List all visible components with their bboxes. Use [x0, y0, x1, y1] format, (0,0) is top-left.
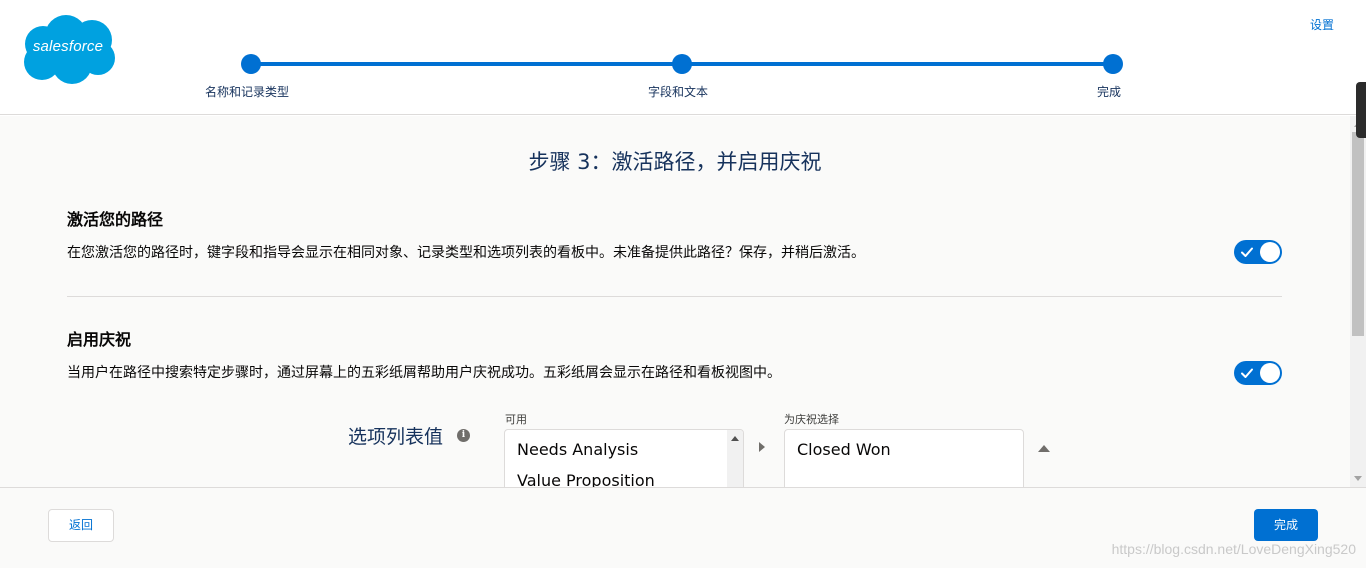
header: salesforce 名称和记录类型 字段和文本 完成 设置	[0, 0, 1366, 115]
watermark: https://blog.csdn.net/LoveDengXing520	[1111, 541, 1356, 557]
step-marker-2[interactable]	[672, 54, 692, 74]
list-item[interactable]: Closed Won	[797, 440, 891, 459]
settings-link[interactable]: 设置	[1310, 16, 1334, 33]
celebration-heading: 启用庆祝	[67, 330, 132, 349]
list-item[interactable]: Needs Analysis	[517, 440, 638, 459]
scroll-down-arrow-icon[interactable]	[1354, 476, 1362, 481]
step-marker-3[interactable]	[1103, 54, 1123, 74]
activate-path-description: 在您激活您的路径时，键字段和指导会显示在相同对象、记录类型和选项列表的看板中。未…	[67, 245, 865, 261]
info-icon[interactable]: i	[457, 429, 470, 442]
activate-path-toggle[interactable]	[1234, 240, 1282, 264]
listbox-scrollbar[interactable]	[727, 430, 743, 487]
celebration-section: 启用庆祝 当用户在路径中搜索特定步骤时，通过屏幕上的五彩纸屑帮助用户庆祝成功。五…	[67, 326, 1282, 385]
scroll-up-arrow-icon[interactable]	[731, 436, 739, 441]
footer: 返回 完成 https://blog.csdn.net/LoveDengXing…	[0, 487, 1366, 568]
list-item[interactable]: Value Proposition	[517, 471, 655, 487]
edge-widget	[1356, 82, 1366, 138]
page-title: 步骤 3：激活路径，并启用庆祝	[528, 150, 822, 174]
check-icon	[1241, 247, 1253, 257]
picklist-values-label: 选项列表值	[348, 426, 444, 448]
celebration-description: 当用户在路径中搜索特定步骤时，通过屏幕上的五彩纸屑帮助用户庆祝成功。五彩纸屑会显…	[67, 365, 781, 381]
progress-path: 名称和记录类型 字段和文本 完成	[0, 0, 1366, 115]
page-scrollbar[interactable]	[1350, 116, 1366, 487]
check-icon	[1241, 368, 1253, 378]
available-listbox[interactable]: Needs Analysis Value Proposition	[504, 429, 744, 487]
finish-button[interactable]: 完成	[1254, 509, 1318, 541]
scrollbar-thumb[interactable]	[1352, 132, 1364, 336]
back-button[interactable]: 返回	[48, 509, 114, 542]
activate-path-section: 激活您的路径 在您激活您的路径时，键字段和指导会显示在相同对象、记录类型和选项列…	[67, 206, 1282, 264]
selected-caption: 为庆祝选择	[784, 413, 839, 426]
move-to-selected-button[interactable]	[759, 442, 765, 452]
celebration-toggle[interactable]	[1234, 361, 1282, 385]
step-label-fields-and-text: 字段和文本	[647, 85, 709, 99]
selected-listbox[interactable]: Closed Won	[784, 429, 1024, 487]
step-label-finish: 完成	[1096, 85, 1122, 99]
available-caption: 可用	[505, 413, 527, 426]
main-content: 步骤 3：激活路径，并启用庆祝 激活您的路径 在您激活您的路径时，键字段和指导会…	[0, 116, 1350, 487]
step-marker-1[interactable]	[241, 54, 261, 74]
toggle-knob	[1260, 242, 1280, 262]
activate-path-heading: 激活您的路径	[67, 210, 164, 229]
step-label-name-and-record-type: 名称和记录类型	[204, 85, 290, 99]
section-divider	[67, 296, 1282, 297]
toggle-knob	[1260, 363, 1280, 383]
move-up-button[interactable]	[1038, 445, 1050, 452]
